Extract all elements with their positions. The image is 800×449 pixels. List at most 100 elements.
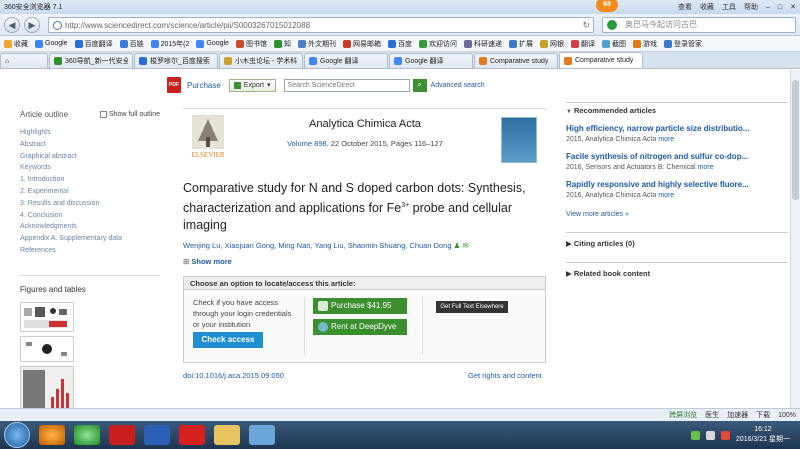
bookmark-item[interactable]: Google <box>35 39 68 48</box>
bookmark-item[interactable]: 图书馆 <box>235 39 267 49</box>
doctor-label[interactable]: 医生 <box>705 410 719 420</box>
bookmark-item[interactable]: 收藏 <box>4 39 28 49</box>
related-book-content-header[interactable]: ▶ Related book content <box>566 262 788 278</box>
app-icon[interactable] <box>249 425 275 445</box>
tab-home[interactable]: ⌂ <box>0 53 48 68</box>
scrollbar-thumb[interactable] <box>792 80 799 200</box>
clock[interactable]: 16:12 2016/3/21 星期一 <box>736 425 790 445</box>
menu-view[interactable]: 查看 <box>678 2 692 12</box>
journal-cover-image[interactable] <box>501 117 537 163</box>
bookmark-item[interactable]: 知 <box>273 39 291 49</box>
citing-articles-header[interactable]: ▶ Citing articles (0) <box>566 232 788 248</box>
folder-icon[interactable] <box>214 425 240 445</box>
checkbox[interactable] <box>100 111 108 118</box>
more-link[interactable]: more <box>658 136 674 143</box>
pdf-icon[interactable]: PDF <box>167 77 181 93</box>
outline-item[interactable]: Graphical abstract <box>20 151 160 163</box>
outline-item[interactable]: 4. Conclusion <box>20 210 160 222</box>
url-text[interactable]: http://www.sciencedirect.com/science/art… <box>65 21 310 30</box>
bookmark-item[interactable]: 百度 <box>387 39 412 49</box>
expand-triangle-icon[interactable]: ▶ <box>566 239 574 248</box>
endnote-icon[interactable] <box>109 425 135 445</box>
notification-badge[interactable]: 68 <box>596 0 618 12</box>
browser-search-text[interactable]: 奥巴马今起访问古巴 <box>625 20 697 29</box>
bookmark-item[interactable]: 网易邮箱 <box>342 39 381 49</box>
outline-item[interactable]: 3. Results and discussion <box>20 198 160 210</box>
browser-tab[interactable]: Comparative study <box>474 53 558 68</box>
acrobat-icon[interactable] <box>179 425 205 445</box>
purchase-link[interactable]: Purchase <box>187 81 221 90</box>
browser-tab[interactable]: 小木虫论坛 - 学术科 <box>219 53 303 68</box>
menu-tools[interactable]: 工具 <box>722 2 736 12</box>
sciencedirect-search-input[interactable]: Search ScienceDirect <box>283 78 410 92</box>
bookmark-item[interactable]: 网银 <box>539 39 564 49</box>
word-icon[interactable] <box>144 425 170 445</box>
security-icon[interactable] <box>720 430 730 440</box>
outline-item[interactable]: 1. Introduction <box>20 174 160 186</box>
start-button[interactable] <box>4 422 30 448</box>
download-label[interactable]: 下载 <box>756 410 770 420</box>
address-bar[interactable]: http://www.sciencedirect.com/science/art… <box>48 17 594 33</box>
recommended-article-title[interactable]: Rapidly responsive and highly selective … <box>566 180 788 189</box>
recommended-header[interactable]: ▼ Recommended articles <box>566 102 788 115</box>
browser-360-icon[interactable] <box>74 425 100 445</box>
browser-tab[interactable]: Comparative study <box>559 52 643 68</box>
show-more-link[interactable]: ⊞ Show more <box>183 257 232 266</box>
volume-link[interactable]: Volume 898 <box>287 139 327 148</box>
zoom-level[interactable]: 100% <box>778 412 796 419</box>
doi-link[interactable]: doi:10.1016/j.aca.2015.09.050 <box>183 371 284 380</box>
bookmark-item[interactable]: 2015年(2 <box>150 39 189 49</box>
show-more-label[interactable]: Show more <box>191 257 231 266</box>
browser-tab[interactable]: 梭罗嗲尔_百度搜索 <box>134 53 218 68</box>
bookmark-item[interactable]: Google <box>196 39 229 48</box>
browser-tab[interactable]: Google 翻译 <box>304 53 388 68</box>
bookmark-item[interactable]: 外文期刊 <box>297 39 336 49</box>
outline-item[interactable]: Abstract <box>20 139 160 151</box>
outline-item[interactable]: References <box>20 245 160 257</box>
figure-thumbnail[interactable] <box>20 301 74 332</box>
export-button[interactable]: Export ▾ <box>228 78 276 92</box>
bookmark-item[interactable]: 扩展 <box>508 39 533 49</box>
browser-search-box[interactable]: 奥巴马今起访问古巴 <box>602 17 796 33</box>
get-full-text-elsewhere-button[interactable]: Get Full Text Elsewhere <box>436 301 508 313</box>
bookmark-item[interactable]: 百链 <box>119 39 144 49</box>
network-icon[interactable] <box>690 430 700 440</box>
volume-icon[interactable] <box>705 430 715 440</box>
authors-text[interactable]: Wenjing Lu, Xiaojuan Gong, Ming Nan, Yan… <box>183 241 452 250</box>
bookmark-item[interactable]: 登录管家 <box>663 39 702 49</box>
media-player-icon[interactable] <box>39 425 65 445</box>
menu-favorites[interactable]: 收藏 <box>700 2 714 12</box>
outline-item[interactable]: Highlights <box>20 127 160 139</box>
journal-name[interactable]: Analytica Chimica Acta <box>183 118 547 130</box>
outline-item[interactable]: 2. Experimental <box>20 186 160 198</box>
more-link[interactable]: more <box>698 164 714 171</box>
bookmark-item[interactable]: 欢迎访问 <box>418 39 457 49</box>
minimize-icon[interactable]: – <box>766 4 770 11</box>
view-more-articles-link[interactable]: View more articles » <box>566 211 788 218</box>
author-list[interactable]: Wenjing Lu, Xiaojuan Gong, Ming Nan, Yan… <box>183 241 563 250</box>
figure-thumbnail[interactable] <box>20 365 74 408</box>
outline-item[interactable]: Acknowledgments <box>20 221 160 233</box>
bookmark-item[interactable]: 翻译 <box>570 39 595 49</box>
check-access-button[interactable]: Check access <box>193 332 263 348</box>
rights-link[interactable]: Get rights and content <box>468 371 542 380</box>
outline-item[interactable]: Keywords <box>20 162 160 174</box>
purchase-button[interactable]: Purchase $41.95 <box>313 298 407 314</box>
back-button[interactable]: ◀ <box>4 16 20 33</box>
recommended-article-title[interactable]: Facile synthesis of nitrogen and sulfur … <box>566 152 788 161</box>
show-full-outline-toggle[interactable]: Show full outline <box>100 111 160 118</box>
advanced-search-link[interactable]: Advanced search <box>431 82 485 89</box>
accelerator-label[interactable]: 加速器 <box>727 410 748 420</box>
bookmark-item[interactable]: 百度翻译 <box>74 39 113 49</box>
recommended-article-title[interactable]: High efficiency, narrow particle size di… <box>566 124 788 133</box>
search-engine-icon[interactable] <box>607 20 617 30</box>
outline-item[interactable]: Appendix A. Supplementary data <box>20 233 160 245</box>
browser-tab[interactable]: 360导航_新一代安全 <box>49 53 133 68</box>
browser-tab[interactable]: Google 翻译 <box>389 53 473 68</box>
maximize-icon[interactable]: □ <box>778 4 782 11</box>
rent-deepdyve-button[interactable]: Rent at DeepDyve <box>313 319 407 335</box>
bookmark-item[interactable]: 游戏 <box>632 39 657 49</box>
vertical-scrollbar[interactable] <box>790 70 800 408</box>
bookmark-item[interactable]: 科研速递 <box>463 39 502 49</box>
search-button[interactable]: ⌕ <box>412 78 427 92</box>
